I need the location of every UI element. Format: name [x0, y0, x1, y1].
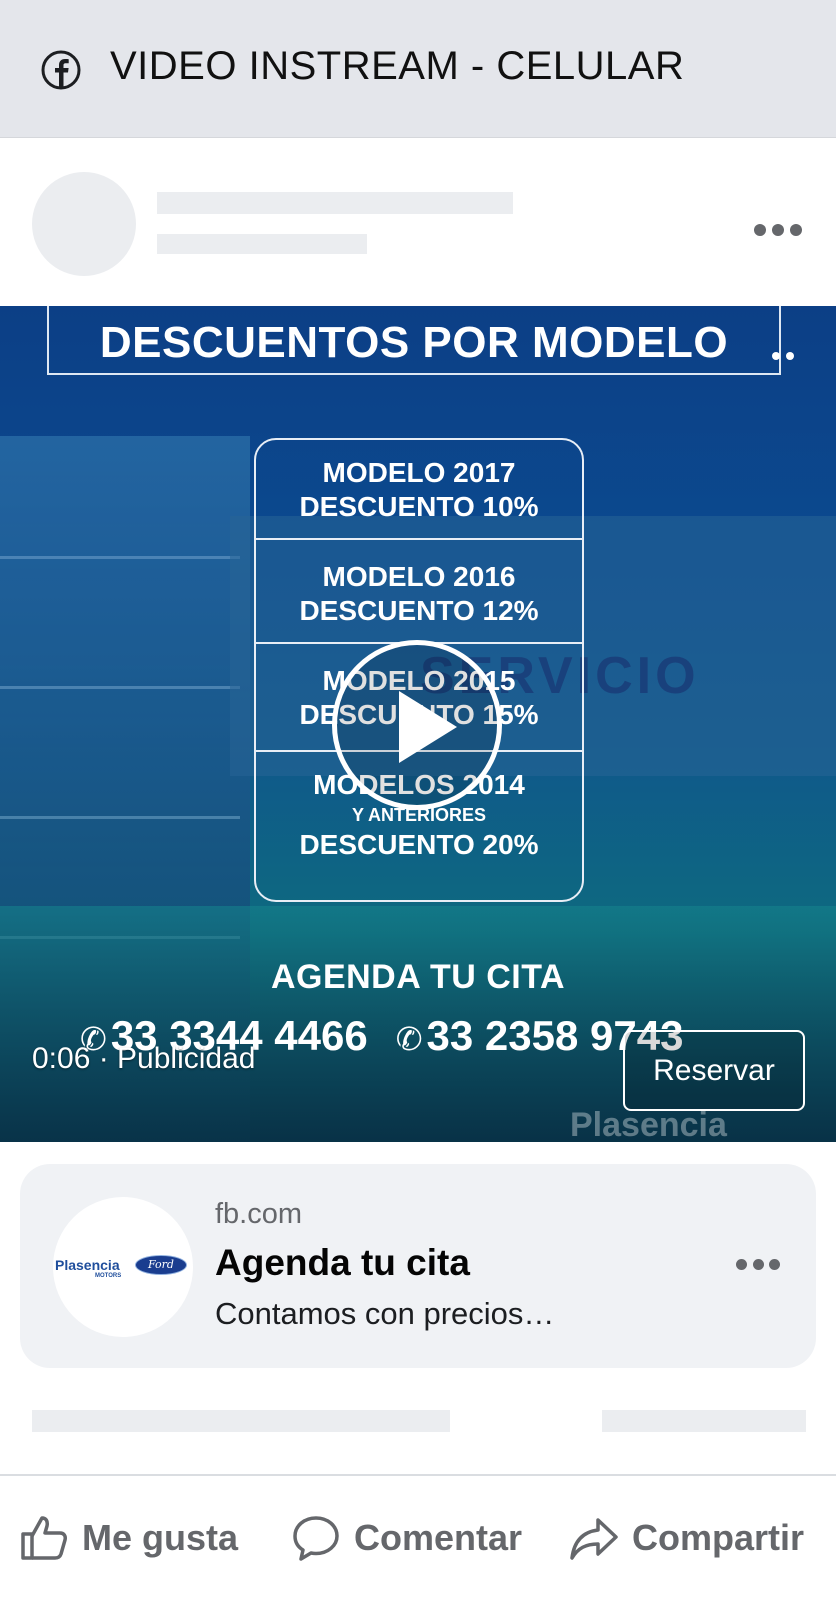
discount-row: MODELO 2016 DESCUENTO 12% [256, 560, 582, 628]
advertiser-logo: Plasencia MOTORS Ford [53, 1197, 193, 1337]
play-button[interactable] [332, 640, 502, 810]
app-header: VIDEO INSTREAM - CELULAR [0, 0, 836, 138]
thumbs-up-icon [21, 1516, 67, 1560]
link-domain: fb.com [215, 1198, 303, 1230]
link-description: Contamos con precios… [215, 1296, 555, 1331]
video-headline: DESCUENTOS POR MODELO [99, 318, 729, 367]
post-options-icon[interactable] [754, 220, 802, 240]
link-options-icon[interactable] [736, 1256, 780, 1272]
headline-dots [772, 352, 802, 362]
like-button[interactable]: Me gusta [18, 1508, 238, 1568]
share-button[interactable]: Compartir [568, 1508, 804, 1568]
discount-value: DESCUENTO 12% [299, 595, 539, 626]
logo-text: Plasencia [55, 1257, 120, 1273]
name-placeholder [157, 192, 513, 214]
comment-button[interactable]: Comentar [290, 1508, 522, 1568]
discount-model: MODELO 2017 [322, 457, 516, 488]
video-time-label: 0:06 · Publicidad [32, 1042, 256, 1075]
facebook-icon [41, 50, 81, 90]
comment-icon [293, 1516, 339, 1561]
link-preview-card[interactable]: Plasencia MOTORS Ford fb.com Agenda tu c… [20, 1164, 816, 1368]
reserve-button[interactable]: Reservar [623, 1030, 805, 1111]
link-title: Agenda tu cita [215, 1242, 470, 1283]
cta-text: AGENDA TU CITA [270, 958, 566, 996]
discount-value: DESCUENTO 20% [299, 829, 539, 860]
like-label: Me gusta [82, 1517, 239, 1558]
action-bar: Me gusta Comentar Compartir [0, 1476, 836, 1600]
comments-count-placeholder [602, 1410, 806, 1432]
discount-row: MODELO 2017 DESCUENTO 10% [256, 456, 582, 524]
subtitle-placeholder [157, 234, 367, 254]
whatsapp-icon: ✆ [395, 1021, 423, 1057]
play-icon [399, 691, 457, 763]
avatar-placeholder [32, 172, 136, 276]
discount-model: MODELO 2016 [322, 561, 516, 592]
brand-watermark: Plasencia [570, 1106, 727, 1142]
share-label: Compartir [632, 1517, 805, 1558]
page-title: VIDEO INSTREAM - CELULAR [110, 44, 685, 88]
reactions-placeholder [32, 1410, 450, 1432]
discount-value: DESCUENTO 10% [299, 491, 539, 522]
post-header [0, 138, 836, 306]
comment-label: Comentar [354, 1517, 523, 1558]
video-player[interactable]: SERVICIO DESCUENTOS POR MODELO MODELO 20… [0, 306, 836, 1142]
logo-subtext: MOTORS [95, 1273, 122, 1279]
share-icon [570, 1518, 618, 1560]
ford-logo: Ford [135, 1255, 187, 1275]
